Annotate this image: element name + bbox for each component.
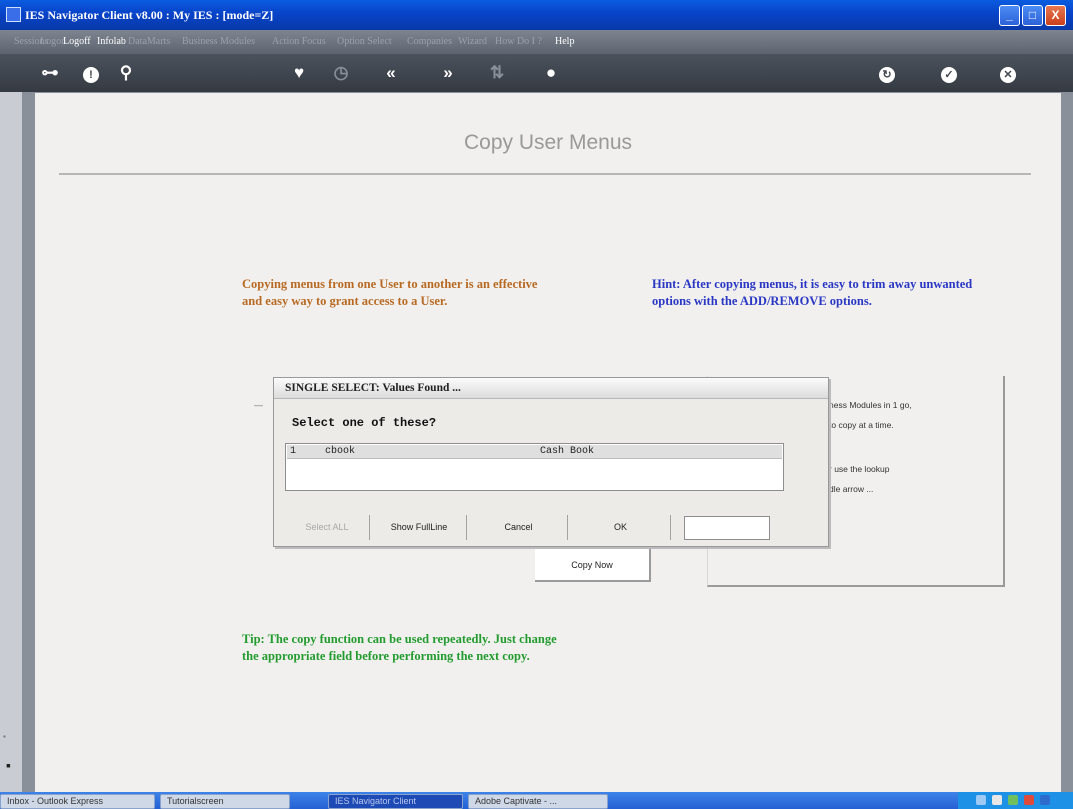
copy-now-button[interactable]: Copy Now [535, 548, 651, 582]
values-list[interactable]: 1 cbook Cash Book [285, 443, 784, 491]
tray-app-icon[interactable] [1040, 795, 1050, 805]
menu-option-select[interactable]: Option Select [337, 36, 392, 47]
heart-icon[interactable]: ♥ [288, 63, 310, 83]
tray-alert-icon[interactable] [1024, 795, 1034, 805]
key-icon[interactable]: ⊶ [35, 63, 65, 83]
hint-text: Hint: After copying menus, it is easy to… [652, 277, 973, 308]
strip-glyph-small: ▪ [3, 732, 6, 741]
menu-datamarts[interactable]: DataMarts [128, 36, 170, 47]
title-divider [59, 173, 1031, 175]
menu-business-modules[interactable]: Business Modules [182, 36, 255, 47]
strip-glyph: ▪ [6, 757, 11, 773]
menu-help[interactable]: Help [555, 36, 574, 47]
info-icon[interactable]: ! [80, 63, 102, 83]
row-code: cbook [325, 446, 356, 457]
app-window: IES Navigator Client v8.00 : My IES : [m… [0, 0, 1073, 809]
intro-text: Copying menus from one User to another i… [242, 277, 538, 308]
list-item[interactable]: 1 cbook Cash Book [287, 445, 782, 459]
close-icon[interactable]: ✕ [997, 63, 1019, 83]
taskbar-item-captivate[interactable]: Adobe Captivate - ... [468, 794, 608, 809]
hidden-field-marker: — [254, 400, 263, 410]
menu-infolab[interactable]: Infolab [97, 36, 126, 47]
taskbar-item-ies[interactable]: IES Navigator Client [328, 794, 463, 809]
close-window-button[interactable]: X [1045, 5, 1066, 26]
rewind-icon[interactable]: « [380, 63, 402, 83]
menu-logoff[interactable]: Logoff [63, 36, 91, 47]
toolbar: ⊶ ! ⚲ ♥ ◷ « » ⇅ ● ↻ ✓ ✕ [0, 54, 1073, 92]
title-bar: IES Navigator Client v8.00 : My IES : [m… [0, 0, 1073, 30]
tray-volume-icon[interactable] [992, 795, 1002, 805]
clock-icon[interactable]: ◷ [330, 63, 352, 83]
sort-icon[interactable]: ⇅ [486, 63, 508, 83]
menu-companies[interactable]: Companies [407, 36, 452, 47]
check-icon[interactable]: ✓ [938, 63, 960, 83]
single-select-dialog: SINGLE SELECT: Values Found ... Select o… [273, 377, 829, 547]
select-all-button[interactable]: Select ALL [285, 515, 370, 540]
tray-status-icon[interactable] [1008, 795, 1018, 805]
side-text-2: to copy at a time. [829, 420, 894, 430]
cancel-button[interactable]: Cancel [470, 515, 568, 540]
show-full-line-button[interactable]: Show FullLine [372, 515, 467, 540]
stop-icon[interactable]: ● [540, 63, 562, 83]
maximize-button[interactable]: □ [1022, 5, 1043, 26]
system-tray [958, 792, 1073, 809]
side-text-4: dle arrow ... [829, 484, 874, 494]
tray-network-icon[interactable] [976, 795, 986, 805]
ok-button[interactable]: OK [571, 515, 671, 540]
dialog-search-input[interactable] [684, 516, 770, 540]
taskbar: Inbox - Outlook Express Tutorialscreen I… [0, 792, 1073, 809]
row-number: 1 [290, 446, 297, 457]
tip-text: Tip: The copy function can be used repea… [242, 632, 557, 663]
app-icon [6, 7, 21, 22]
left-strip: ▪ ▪ [0, 92, 22, 792]
dialog-prompt: Select one of these? [292, 416, 437, 430]
side-text-3: r use the lookup [829, 464, 890, 474]
row-description: Cash Book [540, 446, 595, 457]
minimize-button[interactable]: _ [999, 5, 1020, 26]
forward-icon[interactable]: » [437, 63, 459, 83]
side-text-1: ness Modules in 1 go, [829, 400, 912, 410]
taskbar-item-tutorial[interactable]: Tutorialscreen [160, 794, 290, 809]
dialog-title: SINGLE SELECT: Values Found ... [274, 378, 828, 399]
menu-bar: Sessions Logon Logoff Infolab DataMarts … [0, 30, 1073, 54]
menu-wizard[interactable]: Wizard [458, 36, 487, 47]
menu-action-focus[interactable]: Action Focus [272, 36, 326, 47]
search-icon[interactable]: ⚲ [115, 63, 137, 83]
menu-how-do-i[interactable]: How Do I ? [495, 36, 542, 47]
page-title: Copy User Menus [463, 131, 633, 154]
recycle-icon[interactable]: ↻ [876, 63, 898, 83]
taskbar-item-outlook[interactable]: Inbox - Outlook Express [0, 794, 155, 809]
window-title: IES Navigator Client v8.00 : My IES : [m… [25, 8, 274, 22]
